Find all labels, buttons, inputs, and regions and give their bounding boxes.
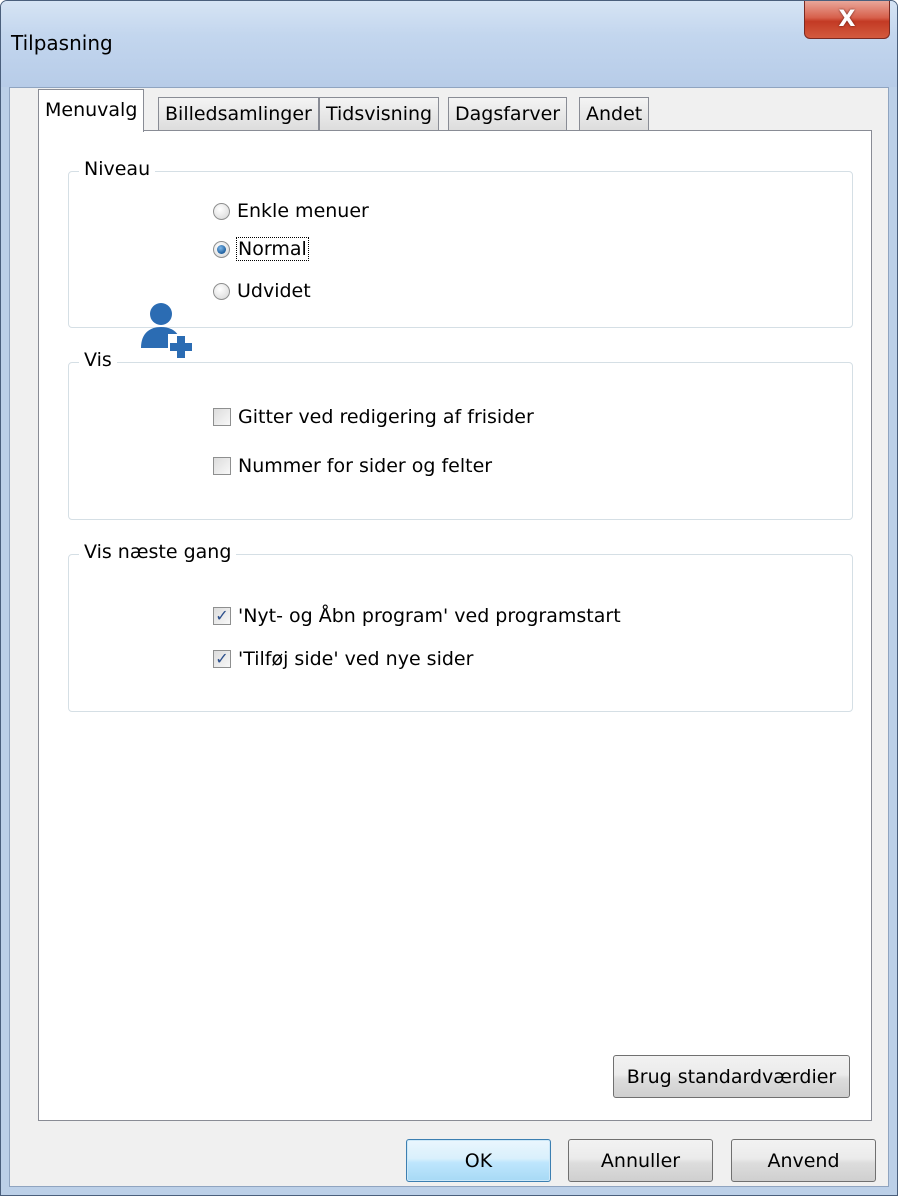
checkbox-box[interactable] bbox=[213, 408, 231, 426]
checkbox-nummer[interactable]: Nummer for sider og felter bbox=[213, 455, 492, 477]
tab-label: Dagsfarver bbox=[455, 103, 561, 125]
radio-label: Enkle menuer bbox=[237, 200, 369, 222]
group-niveau: Niveau Enkle menuer Normal Udvidet bbox=[68, 158, 853, 358]
tab-billedsamlinger[interactable]: Billedsamlinger bbox=[158, 97, 319, 131]
defaults-button[interactable]: Brug standardværdier bbox=[613, 1055, 850, 1098]
radio-button-selected[interactable] bbox=[213, 240, 230, 258]
checkbox-label: 'Nyt- og Åbn program' ved programstart bbox=[238, 605, 621, 627]
button-label: Anvend bbox=[767, 1149, 840, 1172]
radio-label: Udvidet bbox=[237, 280, 311, 302]
tab-label: Tidsvisning bbox=[326, 103, 433, 125]
radio-label: Normal bbox=[236, 237, 309, 261]
radio-button[interactable] bbox=[213, 202, 230, 220]
user-add-icon bbox=[141, 303, 194, 358]
group-vis: Vis Gitter ved redigering af frisider Nu… bbox=[68, 349, 853, 520]
checkbox-label: 'Tilføj side' ved nye sider bbox=[238, 648, 474, 670]
tab-label: Menuvalg bbox=[45, 99, 138, 121]
tab-panel-menuvalg: Niveau Enkle menuer Normal Udvidet Vis G… bbox=[38, 130, 872, 1121]
tab-label: Andet bbox=[586, 103, 643, 125]
button-label: OK bbox=[464, 1149, 493, 1172]
group-label-niveau: Niveau bbox=[79, 158, 156, 180]
button-label: Brug standardværdier bbox=[626, 1065, 837, 1088]
window-title: Tilpasning bbox=[11, 31, 113, 55]
apply-button[interactable]: Anvend bbox=[731, 1139, 876, 1182]
tab-dagsfarver[interactable]: Dagsfarver bbox=[448, 97, 568, 131]
checkbox-nyt-og-aabn[interactable]: ✓ 'Nyt- og Åbn program' ved programstart bbox=[213, 605, 621, 627]
tab-label: Billedsamlinger bbox=[165, 103, 312, 125]
radio-normal[interactable]: Normal bbox=[213, 237, 309, 261]
radio-udvidet[interactable]: Udvidet bbox=[213, 280, 311, 302]
group-vis-naeste-gang: Vis næste gang ✓ 'Nyt- og Åbn program' v… bbox=[68, 541, 853, 712]
checkbox-box-checked[interactable]: ✓ bbox=[213, 650, 231, 668]
radio-button[interactable] bbox=[213, 282, 230, 300]
tab-tidsvisning[interactable]: Tidsvisning bbox=[319, 97, 440, 131]
group-label-vis: Vis bbox=[79, 349, 117, 371]
checkbox-box-checked[interactable]: ✓ bbox=[213, 607, 231, 625]
radio-enkle-menuer[interactable]: Enkle menuer bbox=[213, 200, 369, 222]
checkbox-label: Nummer for sider og felter bbox=[238, 455, 493, 477]
cancel-button[interactable]: Annuller bbox=[568, 1139, 713, 1182]
close-button[interactable]: X bbox=[804, 1, 890, 39]
checkbox-box[interactable] bbox=[213, 457, 231, 475]
checkbox-gitter[interactable]: Gitter ved redigering af frisider bbox=[213, 406, 534, 428]
checkbox-tilfoej-side[interactable]: ✓ 'Tilføj side' ved nye sider bbox=[213, 648, 473, 670]
checkbox-label: Gitter ved redigering af frisider bbox=[238, 406, 534, 428]
title-bar: Tilpasning X bbox=[1, 1, 897, 87]
button-label: Annuller bbox=[600, 1149, 681, 1172]
tab-andet[interactable]: Andet bbox=[579, 97, 650, 131]
close-icon: X bbox=[838, 7, 856, 32]
ok-button[interactable]: OK bbox=[406, 1139, 551, 1182]
group-label-vis-naeste-gang: Vis næste gang bbox=[79, 541, 237, 563]
tab-menuvalg[interactable]: Menuvalg bbox=[38, 89, 145, 132]
dialog-window: Tilpasning X Menuvalg Billedsamlinger Ti… bbox=[0, 0, 898, 1196]
